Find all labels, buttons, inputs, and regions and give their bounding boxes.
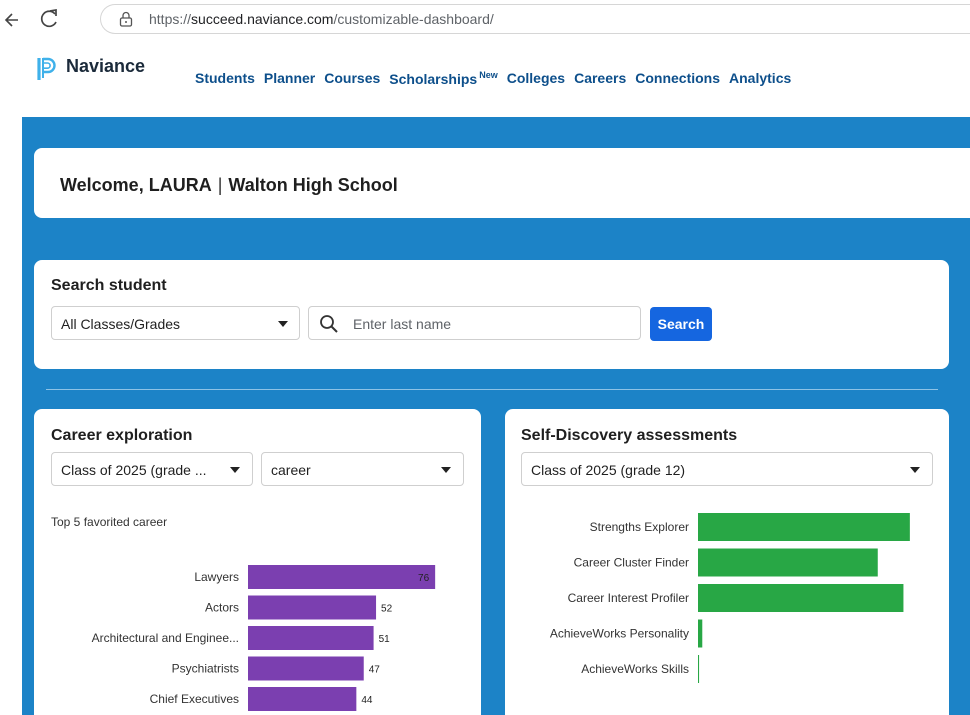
- bar-label: Chief Executives: [150, 692, 239, 706]
- career-class-select-value: Class of 2025 (grade ...: [61, 462, 207, 478]
- nav-connections[interactable]: Connections: [635, 70, 720, 87]
- search-icon: [320, 315, 338, 333]
- nav-label: Planner: [263, 70, 316, 86]
- top-careers-subtitle: Top 5 favorited career: [51, 515, 168, 529]
- bar[interactable]: [698, 548, 878, 577]
- bar[interactable]: [248, 565, 436, 589]
- bar[interactable]: [698, 655, 700, 683]
- welcome-heading: Welcome, LAURA | Walton High School: [60, 175, 398, 196]
- search-student-title: Search student: [51, 277, 167, 294]
- bar-value-label: 51: [379, 634, 391, 645]
- bar[interactable]: [698, 619, 703, 648]
- back-arrow-icon[interactable]: [4, 8, 22, 32]
- bar-label: Career Cluster Finder: [574, 556, 689, 570]
- self-discovery-chart: Strengths Explorer Career Cluster Finder C…: [550, 513, 910, 683]
- bar[interactable]: [248, 595, 377, 620]
- caret-down-icon: [441, 467, 451, 473]
- bar[interactable]: [248, 626, 374, 650]
- bar[interactable]: [248, 687, 357, 711]
- self-discovery-title: Self-Discovery assessments: [521, 427, 738, 444]
- class-grade-select-value: All Classes/Grades: [61, 316, 181, 332]
- nav-courses[interactable]: Courses: [324, 70, 380, 87]
- bar-label: Architectural and Enginee...: [92, 631, 239, 645]
- search-button[interactable]: Search: [650, 307, 712, 341]
- bar-label: Career Interest Profiler: [568, 591, 689, 605]
- bar-label: Actors: [205, 601, 239, 615]
- url-path: /customizable-dashboard/: [333, 11, 494, 27]
- address-bar[interactable]: https://succeed.naviance.com/customizabl…: [100, 4, 970, 34]
- search-placeholder: Enter last name: [353, 316, 452, 332]
- welcome-greeting: Welcome, LAURA: [60, 175, 212, 195]
- caret-down-icon: [910, 467, 920, 473]
- nav-label: Connections: [635, 70, 721, 86]
- career-exploration-card: Career exploration Class of 2025 (grade …: [34, 409, 481, 715]
- bar[interactable]: [698, 584, 904, 612]
- nav-label: Analytics: [729, 70, 792, 86]
- nav-scholarships[interactable]: Scholarships New: [389, 70, 497, 87]
- nav-planner[interactable]: Planner: [264, 70, 315, 87]
- career-type-select-value: career: [271, 462, 311, 478]
- nav-careers[interactable]: Careers: [574, 70, 626, 87]
- career-exploration-title: Career exploration: [51, 427, 193, 444]
- bar-label: Psychiatrists: [172, 662, 239, 676]
- url-domain: succeed.naviance.com: [191, 11, 334, 27]
- last-name-search-input[interactable]: Enter last name: [308, 306, 641, 340]
- browser-toolbar: https://succeed.naviance.com/customizabl…: [0, 0, 970, 42]
- self-discovery-card: Self-Discovery assessments Class of 2025…: [505, 409, 949, 715]
- url-prefix: https://: [149, 11, 192, 27]
- main-nav: Students Planner Courses Scholarships New…: [195, 70, 791, 87]
- welcome-separator: |: [217, 175, 223, 195]
- reload-icon[interactable]: [36, 5, 62, 33]
- welcome-card: Welcome, LAURA | Walton High School: [34, 148, 970, 218]
- new-badge: New: [479, 70, 498, 80]
- url-text: https://succeed.naviance.com/customizabl…: [149, 11, 494, 27]
- bar-value-label: 76: [418, 573, 430, 584]
- bar-value-label: 44: [361, 695, 373, 706]
- caret-down-icon: [230, 467, 240, 473]
- bar[interactable]: [248, 656, 364, 681]
- lock-icon[interactable]: [119, 11, 133, 27]
- nav-colleges[interactable]: Colleges: [507, 70, 565, 87]
- caret-down-icon: [278, 321, 288, 327]
- naviance-logo-icon[interactable]: [36, 56, 58, 82]
- nav-label: Careers: [574, 70, 627, 86]
- nav-analytics[interactable]: Analytics: [729, 70, 791, 87]
- nav-label: Courses: [324, 70, 381, 86]
- career-class-select[interactable]: Class of 2025 (grade ...: [51, 452, 253, 486]
- bar-label: Strengths Explorer: [590, 520, 689, 534]
- self-discovery-class-select[interactable]: Class of 2025 (grade 12): [521, 452, 933, 486]
- career-type-select[interactable]: career: [261, 452, 464, 486]
- class-grade-select[interactable]: All Classes/Grades: [51, 306, 300, 340]
- bar-value-label: 47: [369, 665, 381, 676]
- search-student-card: Search student All Classes/Grades Enter …: [34, 260, 949, 369]
- logo-text[interactable]: Naviance: [66, 56, 145, 77]
- favorited-careers-chart: Lawyers 76 Actors 52 Architectural and Engin…: [92, 565, 436, 711]
- self-discovery-class-select-value: Class of 2025 (grade 12): [531, 462, 686, 478]
- nav-label: Colleges: [506, 70, 566, 86]
- school-name: Walton High School: [228, 175, 398, 195]
- bar-label: Lawyers: [194, 570, 239, 584]
- bar[interactable]: [698, 513, 910, 541]
- nav-label: Scholarships: [389, 71, 478, 87]
- section-divider: [46, 389, 938, 390]
- bar-value-label: 52: [381, 604, 393, 615]
- bar-label: AchieveWorks Skills: [581, 662, 689, 676]
- nav-label: Students: [195, 70, 255, 86]
- bar-label: AchieveWorks Personality: [550, 627, 689, 641]
- nav-students[interactable]: Students: [195, 70, 255, 87]
- app-header: Naviance Students Planner Courses Schola…: [0, 42, 970, 117]
